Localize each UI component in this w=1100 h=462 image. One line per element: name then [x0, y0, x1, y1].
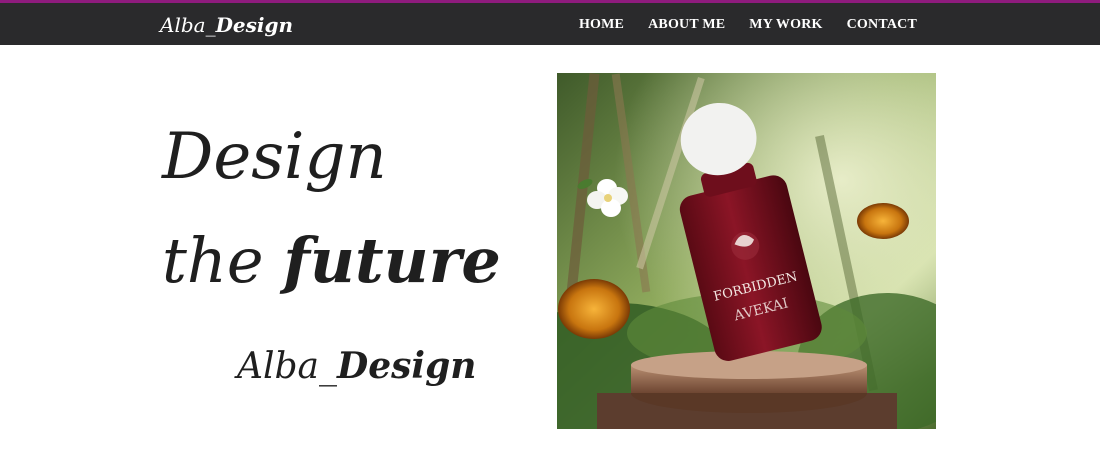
nav-about-link[interactable]: ABOUT ME	[648, 17, 725, 33]
hero-heading-line1: Design	[162, 120, 387, 194]
hero-signature-part2: Design	[337, 345, 477, 387]
brand-logo-part2: Design	[215, 13, 294, 37]
product-image: FORBIDDEN AVEKAI	[557, 73, 936, 429]
hero-heading-line2-part2: future	[283, 224, 501, 297]
brand-logo[interactable]: Alba_Design	[160, 13, 293, 37]
nav-contact-link[interactable]: CONTACT	[847, 17, 917, 33]
hero-heading-line2: the future	[162, 224, 501, 297]
main-nav: HOME ABOUT ME MY WORK CONTACT	[579, 17, 917, 33]
hero-signature-part1: Alba_	[237, 346, 338, 387]
hero-heading-line2-part1: the	[162, 224, 284, 297]
hero-signature: Alba_Design	[237, 345, 476, 387]
nav-home-link[interactable]: HOME	[579, 17, 624, 33]
navbar: Alba_Design HOME ABOUT ME MY WORK CONTAC…	[0, 3, 1100, 45]
brand-logo-part1: Alba_	[160, 13, 216, 37]
nav-work-link[interactable]: MY WORK	[749, 17, 822, 33]
